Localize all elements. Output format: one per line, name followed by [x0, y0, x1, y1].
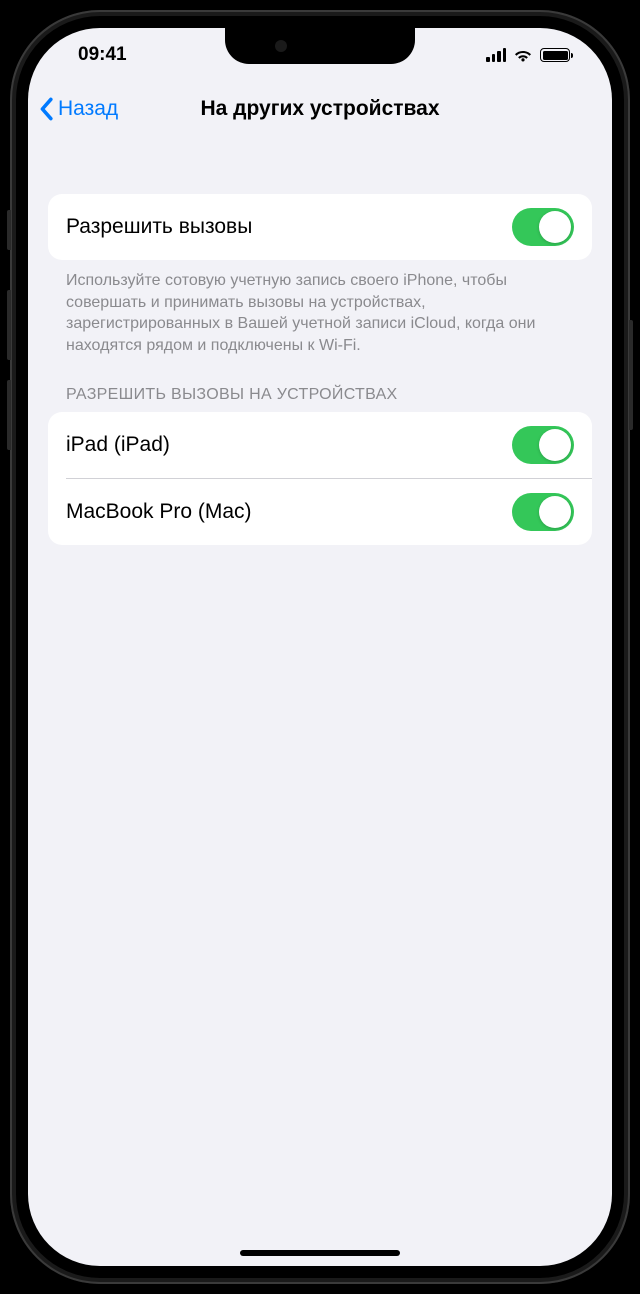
device-toggle-macbook[interactable] [512, 493, 574, 531]
allow-calls-footer: Используйте сотовую учетную запись своег… [48, 260, 592, 356]
device-row-macbook: MacBook Pro (Mac) [48, 479, 592, 545]
toggle-knob [539, 496, 571, 528]
allow-calls-toggle[interactable] [512, 208, 574, 246]
screen: 09:41 Назад На других устройств [28, 28, 612, 1266]
home-indicator[interactable] [240, 1250, 400, 1256]
allow-calls-group: Разрешить вызовы [48, 194, 592, 260]
chevron-left-icon [38, 97, 54, 121]
side-button [629, 320, 633, 430]
volume-down-button [7, 380, 11, 450]
phone-frame: 09:41 Назад На других устройств [10, 10, 630, 1284]
device-row-ipad: iPad (iPad) [48, 412, 592, 478]
notch [225, 28, 415, 64]
status-time: 09:41 [64, 44, 127, 66]
back-label: Назад [58, 97, 118, 121]
wifi-icon [513, 48, 533, 63]
volume-up-button [7, 290, 11, 360]
toggle-knob [539, 211, 571, 243]
back-button[interactable]: Назад [38, 97, 118, 121]
content: Разрешить вызовы Используйте сотовую уче… [28, 136, 612, 545]
status-icons [486, 48, 576, 63]
device-label: iPad (iPad) [66, 433, 170, 457]
page-title: На других устройствах [200, 97, 439, 121]
device-label: MacBook Pro (Mac) [66, 500, 252, 524]
battery-icon [540, 48, 570, 62]
devices-header: РАЗРЕШИТЬ ВЫЗОВЫ НА УСТРОЙСТВАХ [48, 356, 592, 412]
allow-calls-row: Разрешить вызовы [48, 194, 592, 260]
mute-switch [7, 210, 11, 250]
device-toggle-ipad[interactable] [512, 426, 574, 464]
toggle-knob [539, 429, 571, 461]
nav-bar: Назад На других устройствах [28, 82, 612, 136]
devices-group: iPad (iPad) MacBook Pro (Mac) [48, 412, 592, 545]
allow-calls-label: Разрешить вызовы [66, 215, 252, 239]
cellular-icon [486, 48, 506, 62]
